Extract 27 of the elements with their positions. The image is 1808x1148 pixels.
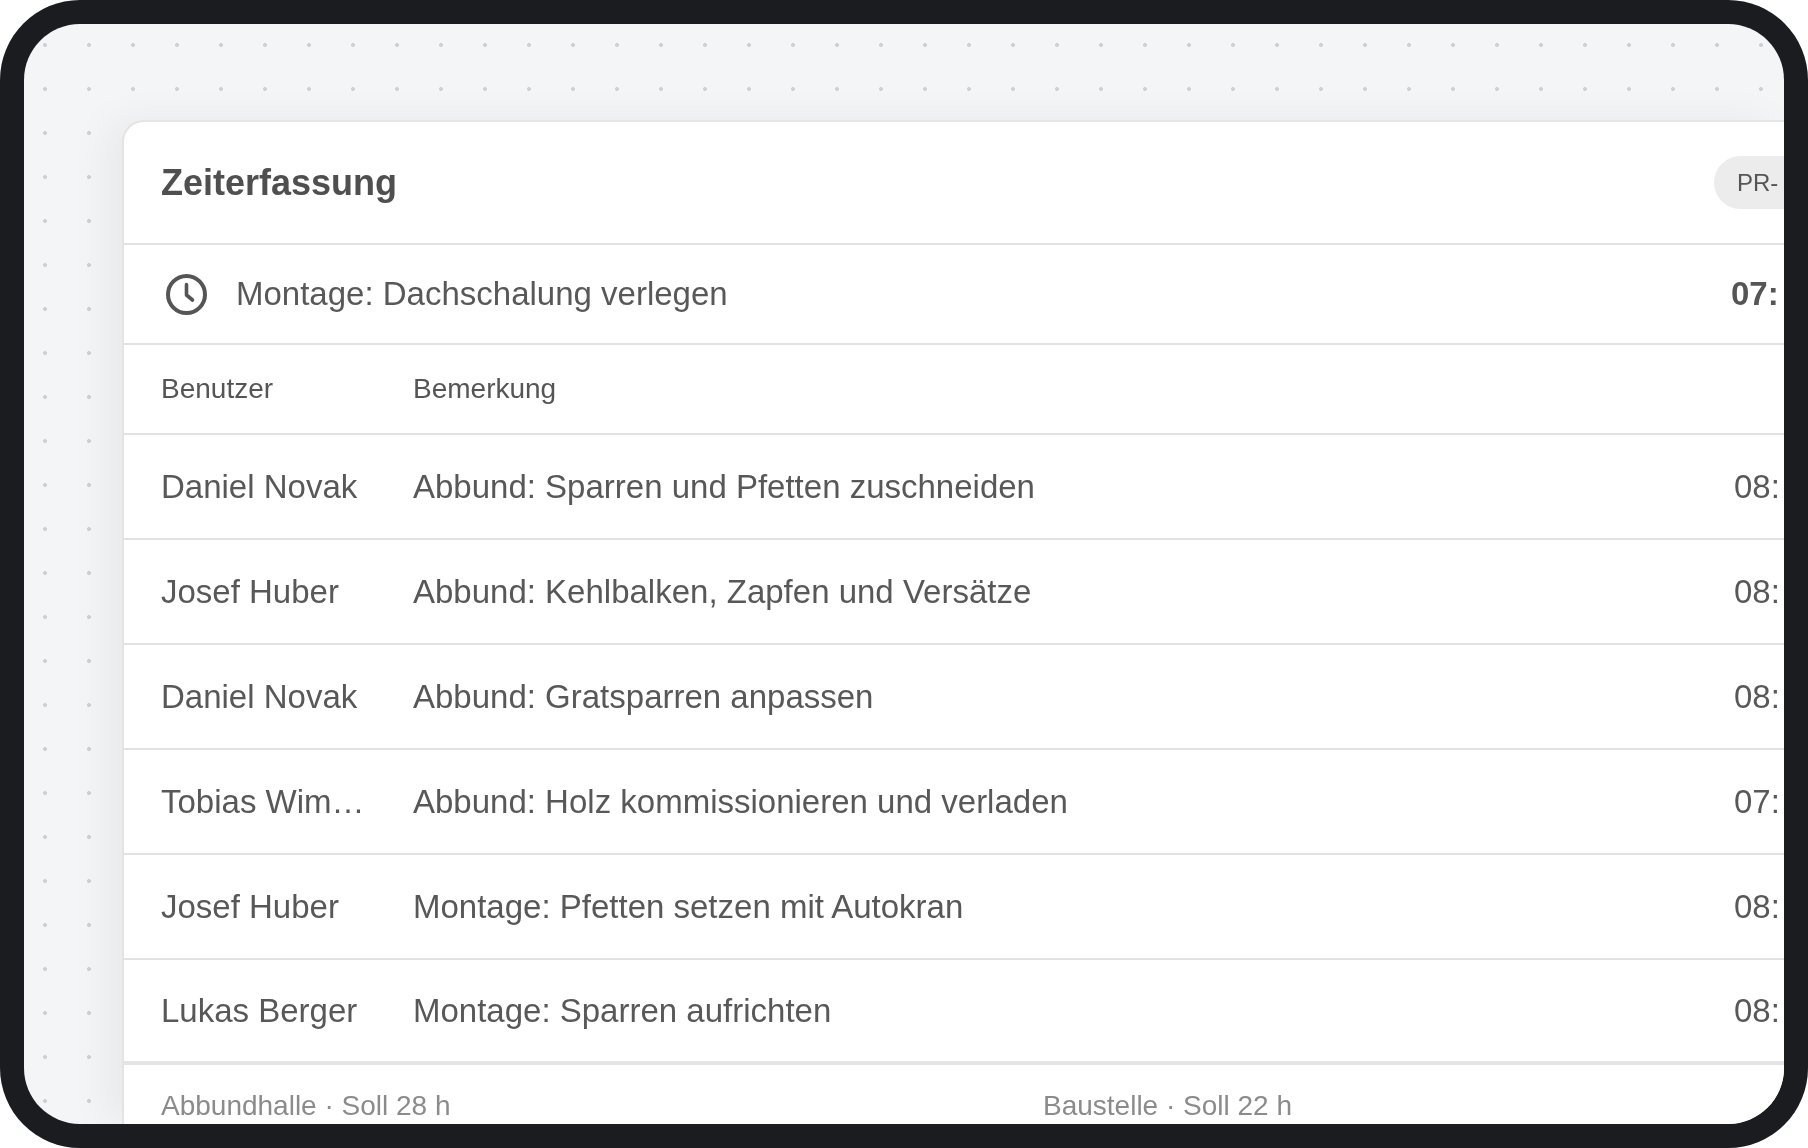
- table-cell: Daniel Novak: [161, 467, 358, 505]
- table-cell: 08:: [1734, 991, 1780, 1029]
- table-cell: 08:: [1734, 572, 1780, 610]
- table-cell: Lukas Berger: [161, 991, 358, 1029]
- card-title: Zeiterfassung: [161, 160, 398, 205]
- table-cell: Josef Huber: [161, 887, 339, 925]
- table-cell: 08:: [1734, 467, 1780, 505]
- column-header[interactable]: Bemerkung: [413, 373, 557, 405]
- summary-text: Abbundhalle · Soll 28 h: [161, 1090, 451, 1121]
- summary-text: Baustelle · Soll 22 h: [1043, 1090, 1293, 1121]
- table-cell: Josef Huber: [161, 572, 339, 610]
- table-cell: 08:: [1734, 677, 1780, 715]
- table-cell: Tobias Wim…: [161, 782, 365, 820]
- column-header[interactable]: Benutzer: [161, 373, 274, 405]
- table-cell: Montage: Pfetten setzen mit Autokran: [413, 887, 964, 925]
- clock-icon: [166, 273, 207, 315]
- table-cell: Abbund: Gratsparren anpassen: [413, 677, 874, 715]
- task-time: 07:: [1731, 274, 1780, 314]
- project-badge: PR-: [1714, 156, 1784, 209]
- table-cell: 08:: [1734, 887, 1780, 925]
- table-cell: Abbund: Holz kommissionieren und verladen: [413, 782, 1068, 820]
- table-cell: Montage: Sparren aufrichten: [413, 991, 832, 1029]
- table-cell: Abbund: Kehlbalken, Zapfen und Versätze: [413, 572, 1032, 610]
- table-cell: Abbund: Sparren und Pfetten zuschneiden: [413, 467, 1035, 505]
- task-title: Montage: Dachschalung verlegen: [236, 274, 728, 314]
- table-cell: 07:: [1734, 782, 1780, 820]
- table-cell: Daniel Novak: [161, 677, 358, 715]
